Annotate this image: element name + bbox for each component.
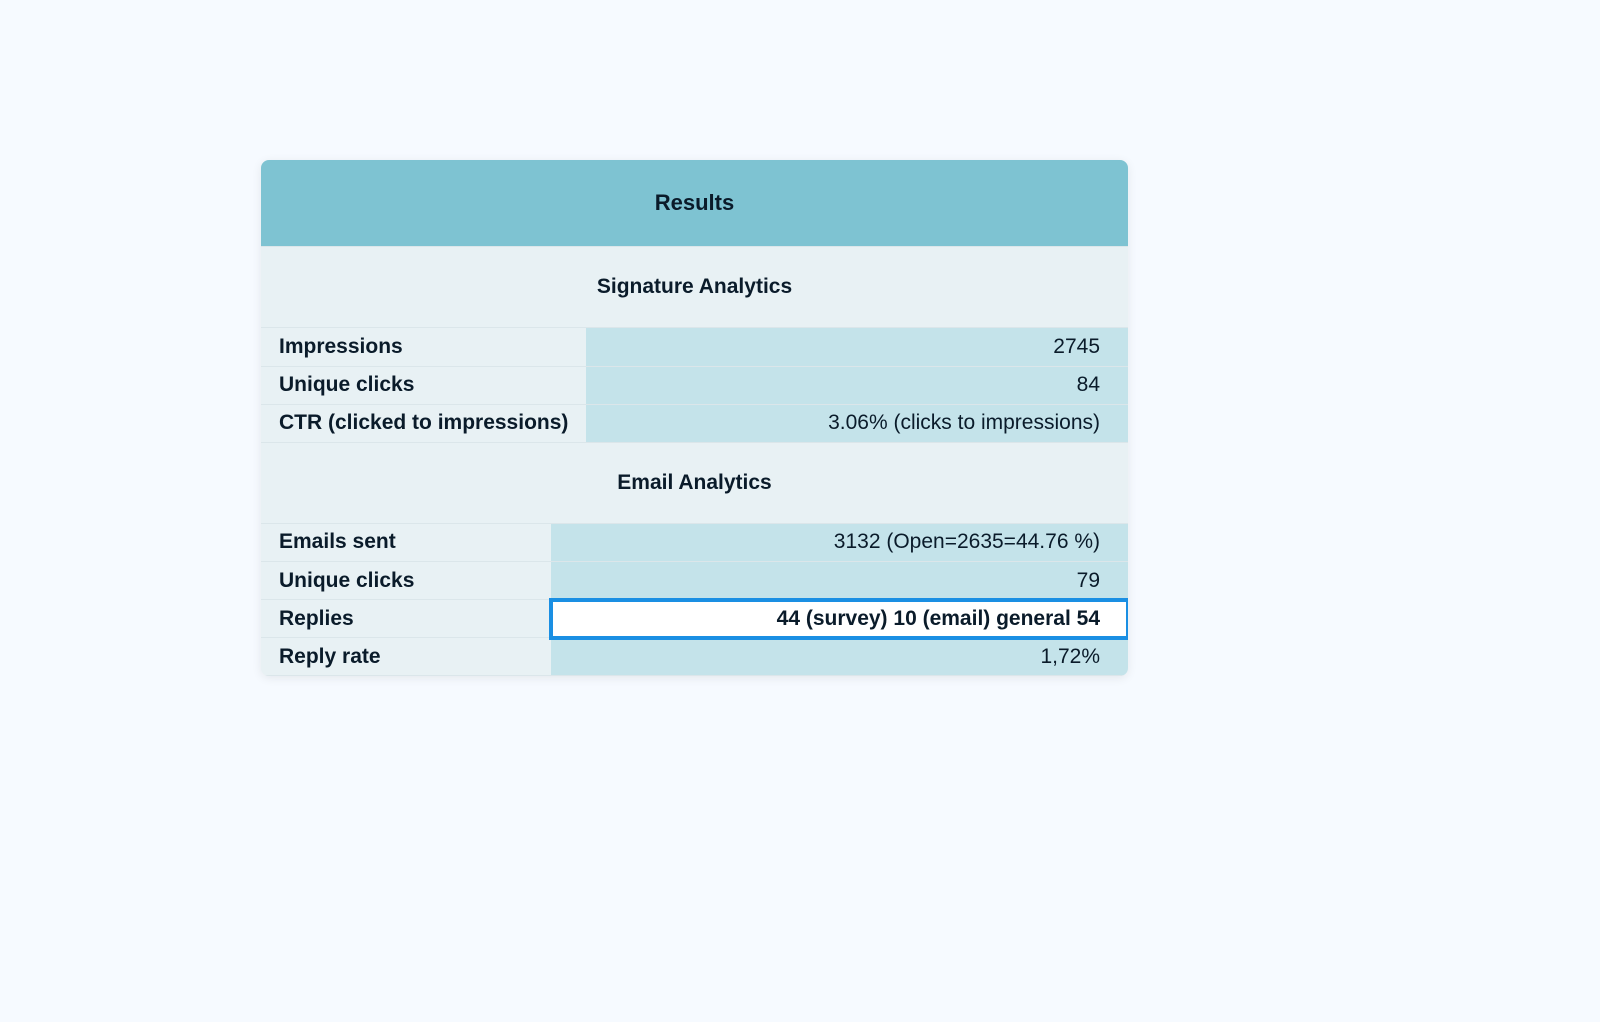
table-row: Emails sent 3132 (Open=2635=44.76 %) <box>261 524 1128 562</box>
email-replies-label: Replies <box>261 600 551 638</box>
signature-ctr-label: CTR (clicked to impressions) <box>261 404 586 442</box>
email-reply-rate-value: 1,72% <box>551 638 1128 676</box>
table-row: Unique clicks 79 <box>261 562 1128 600</box>
email-unique-clicks-label: Unique clicks <box>261 562 551 600</box>
signature-ctr-value: 3.06% (clicks to impressions) <box>586 404 1128 442</box>
table-row: CTR (clicked to impressions) 3.06% (clic… <box>261 404 1128 442</box>
email-unique-clicks-value: 79 <box>551 562 1128 600</box>
signature-unique-clicks-label: Unique clicks <box>261 366 586 404</box>
table-row: Unique clicks 84 <box>261 366 1128 404</box>
email-table: Emails sent 3132 (Open=2635=44.76 %) Uni… <box>261 524 1128 677</box>
signature-section-title: Signature Analytics <box>261 247 1128 328</box>
signature-table: Impressions 2745 Unique clicks 84 CTR (c… <box>261 328 1128 443</box>
email-section-title: Email Analytics <box>261 443 1128 524</box>
email-sent-label: Emails sent <box>261 524 551 562</box>
signature-impressions-value: 2745 <box>586 328 1128 366</box>
email-replies-value[interactable]: 44 (survey) 10 (email) general 54 <box>551 600 1128 638</box>
email-sent-value: 3132 (Open=2635=44.76 %) <box>551 524 1128 562</box>
signature-unique-clicks-value: 84 <box>586 366 1128 404</box>
signature-impressions-label: Impressions <box>261 328 586 366</box>
table-row: Impressions 2745 <box>261 328 1128 366</box>
email-reply-rate-label: Reply rate <box>261 638 551 676</box>
table-row: Replies 44 (survey) 10 (email) general 5… <box>261 600 1128 638</box>
table-row: Reply rate 1,72% <box>261 638 1128 676</box>
results-header: Results <box>261 160 1128 247</box>
results-card: Results Signature Analytics Impressions … <box>261 160 1128 676</box>
